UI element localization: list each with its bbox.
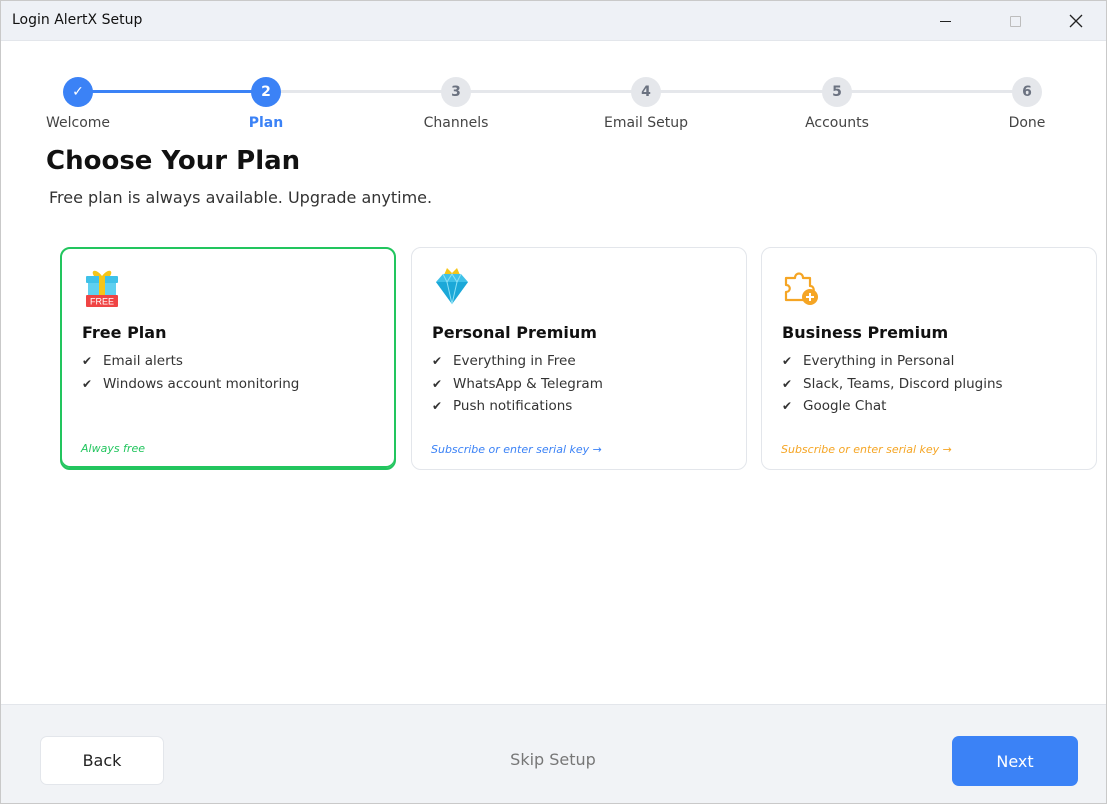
next-button[interactable]: Next bbox=[952, 736, 1078, 786]
feature-item: ✔ Windows account monitoring bbox=[82, 375, 300, 392]
title-bar: Login AlertX Setup bbox=[1, 1, 1106, 41]
check-icon: ✔ bbox=[782, 376, 793, 391]
feature-item: ✔ Everything in Personal bbox=[782, 353, 955, 370]
feature-item: ✔ Slack, Teams, Discord plugins bbox=[782, 375, 1003, 392]
step-label: Plan bbox=[248, 115, 284, 131]
step-label: Email Setup bbox=[603, 115, 689, 131]
minimize-icon bbox=[939, 20, 951, 22]
step-label: Channels bbox=[423, 115, 489, 131]
page-subtitle: Free plan is always available. Upgrade a… bbox=[49, 188, 433, 207]
plan-footer-link[interactable]: Subscribe or enter serial key → bbox=[781, 443, 952, 456]
step-email-setup: 4 Email Setup bbox=[586, 77, 706, 131]
step-label: Welcome bbox=[45, 115, 111, 131]
step-circle: 4 bbox=[631, 77, 661, 107]
back-button[interactable]: Back bbox=[40, 736, 164, 785]
step-channels: 3 Channels bbox=[396, 77, 516, 131]
step-circle: 6 bbox=[1012, 77, 1042, 107]
step-circle: 2 bbox=[251, 77, 281, 107]
step-circle: 5 bbox=[822, 77, 852, 107]
window-title: Login AlertX Setup bbox=[12, 12, 143, 28]
plan-card-personal-premium[interactable]: Personal Premium ✔ Everything in Free ✔ Wh… bbox=[411, 247, 747, 470]
check-icon: ✔ bbox=[82, 376, 93, 391]
feature-list: ✔ Email alerts ✔ Windows account monitorin… bbox=[82, 350, 374, 395]
plan-title: Business Premium bbox=[782, 323, 949, 342]
puzzle-plus-icon bbox=[784, 272, 818, 305]
feature-item: ✔ WhatsApp & Telegram bbox=[432, 375, 603, 392]
skip-setup-button[interactable]: Skip Setup bbox=[493, 750, 613, 769]
feature-list: ✔ Everything in Personal ✔ Slack, Teams, D… bbox=[782, 350, 1076, 418]
step-circle: 3 bbox=[441, 77, 471, 107]
check-icon: ✔ bbox=[432, 376, 443, 391]
gift-free-icon: FREE bbox=[86, 270, 118, 307]
feature-item: ✔ Push notifications bbox=[432, 398, 573, 415]
step-label: Done bbox=[1008, 115, 1046, 131]
check-icon: ✔ bbox=[782, 399, 793, 414]
diamond-crown-icon bbox=[436, 268, 468, 305]
close-icon bbox=[1069, 14, 1083, 28]
check-icon: ✔ bbox=[782, 354, 793, 369]
step-circle-check-icon: ✓ bbox=[63, 77, 93, 107]
page-title: Choose Your Plan bbox=[46, 146, 301, 176]
maximize-button[interactable] bbox=[985, 1, 1045, 41]
setup-window: Login AlertX Setup ✓ Welcome 2 Plan 3 Ch… bbox=[0, 0, 1107, 804]
footer-bar: Back Skip Setup Next bbox=[1, 704, 1106, 803]
feature-item: ✔ Everything in Free bbox=[432, 353, 576, 370]
maximize-icon bbox=[1009, 15, 1021, 27]
step-label: Accounts bbox=[805, 115, 869, 131]
step-plan: 2 Plan bbox=[206, 77, 326, 131]
step-welcome: ✓ Welcome bbox=[18, 77, 138, 131]
close-button[interactable] bbox=[1046, 1, 1106, 41]
feature-list: ✔ Everything in Free ✔ WhatsApp & Telegram… bbox=[432, 350, 726, 418]
plan-title: Free Plan bbox=[82, 323, 167, 342]
plan-card-business-premium[interactable]: Business Premium ✔ Everything in Personal… bbox=[761, 247, 1097, 470]
plan-footer-link[interactable]: Subscribe or enter serial key → bbox=[431, 443, 602, 456]
feature-item: ✔ Google Chat bbox=[782, 398, 887, 415]
check-icon: ✔ bbox=[432, 399, 443, 414]
plan-card-free[interactable]: FREE Free Plan ✔ Email alerts ✔ Windows ac… bbox=[60, 247, 396, 470]
plan-footer: Always free bbox=[81, 442, 145, 455]
step-accounts: 5 Accounts bbox=[777, 77, 897, 131]
feature-item: ✔ Email alerts bbox=[82, 353, 183, 370]
plan-title: Personal Premium bbox=[432, 323, 597, 342]
check-icon: ✔ bbox=[82, 354, 93, 369]
svg-text:FREE: FREE bbox=[90, 297, 114, 307]
step-done: 6 Done bbox=[967, 77, 1087, 131]
minimize-button[interactable] bbox=[915, 1, 975, 41]
check-icon: ✔ bbox=[432, 354, 443, 369]
